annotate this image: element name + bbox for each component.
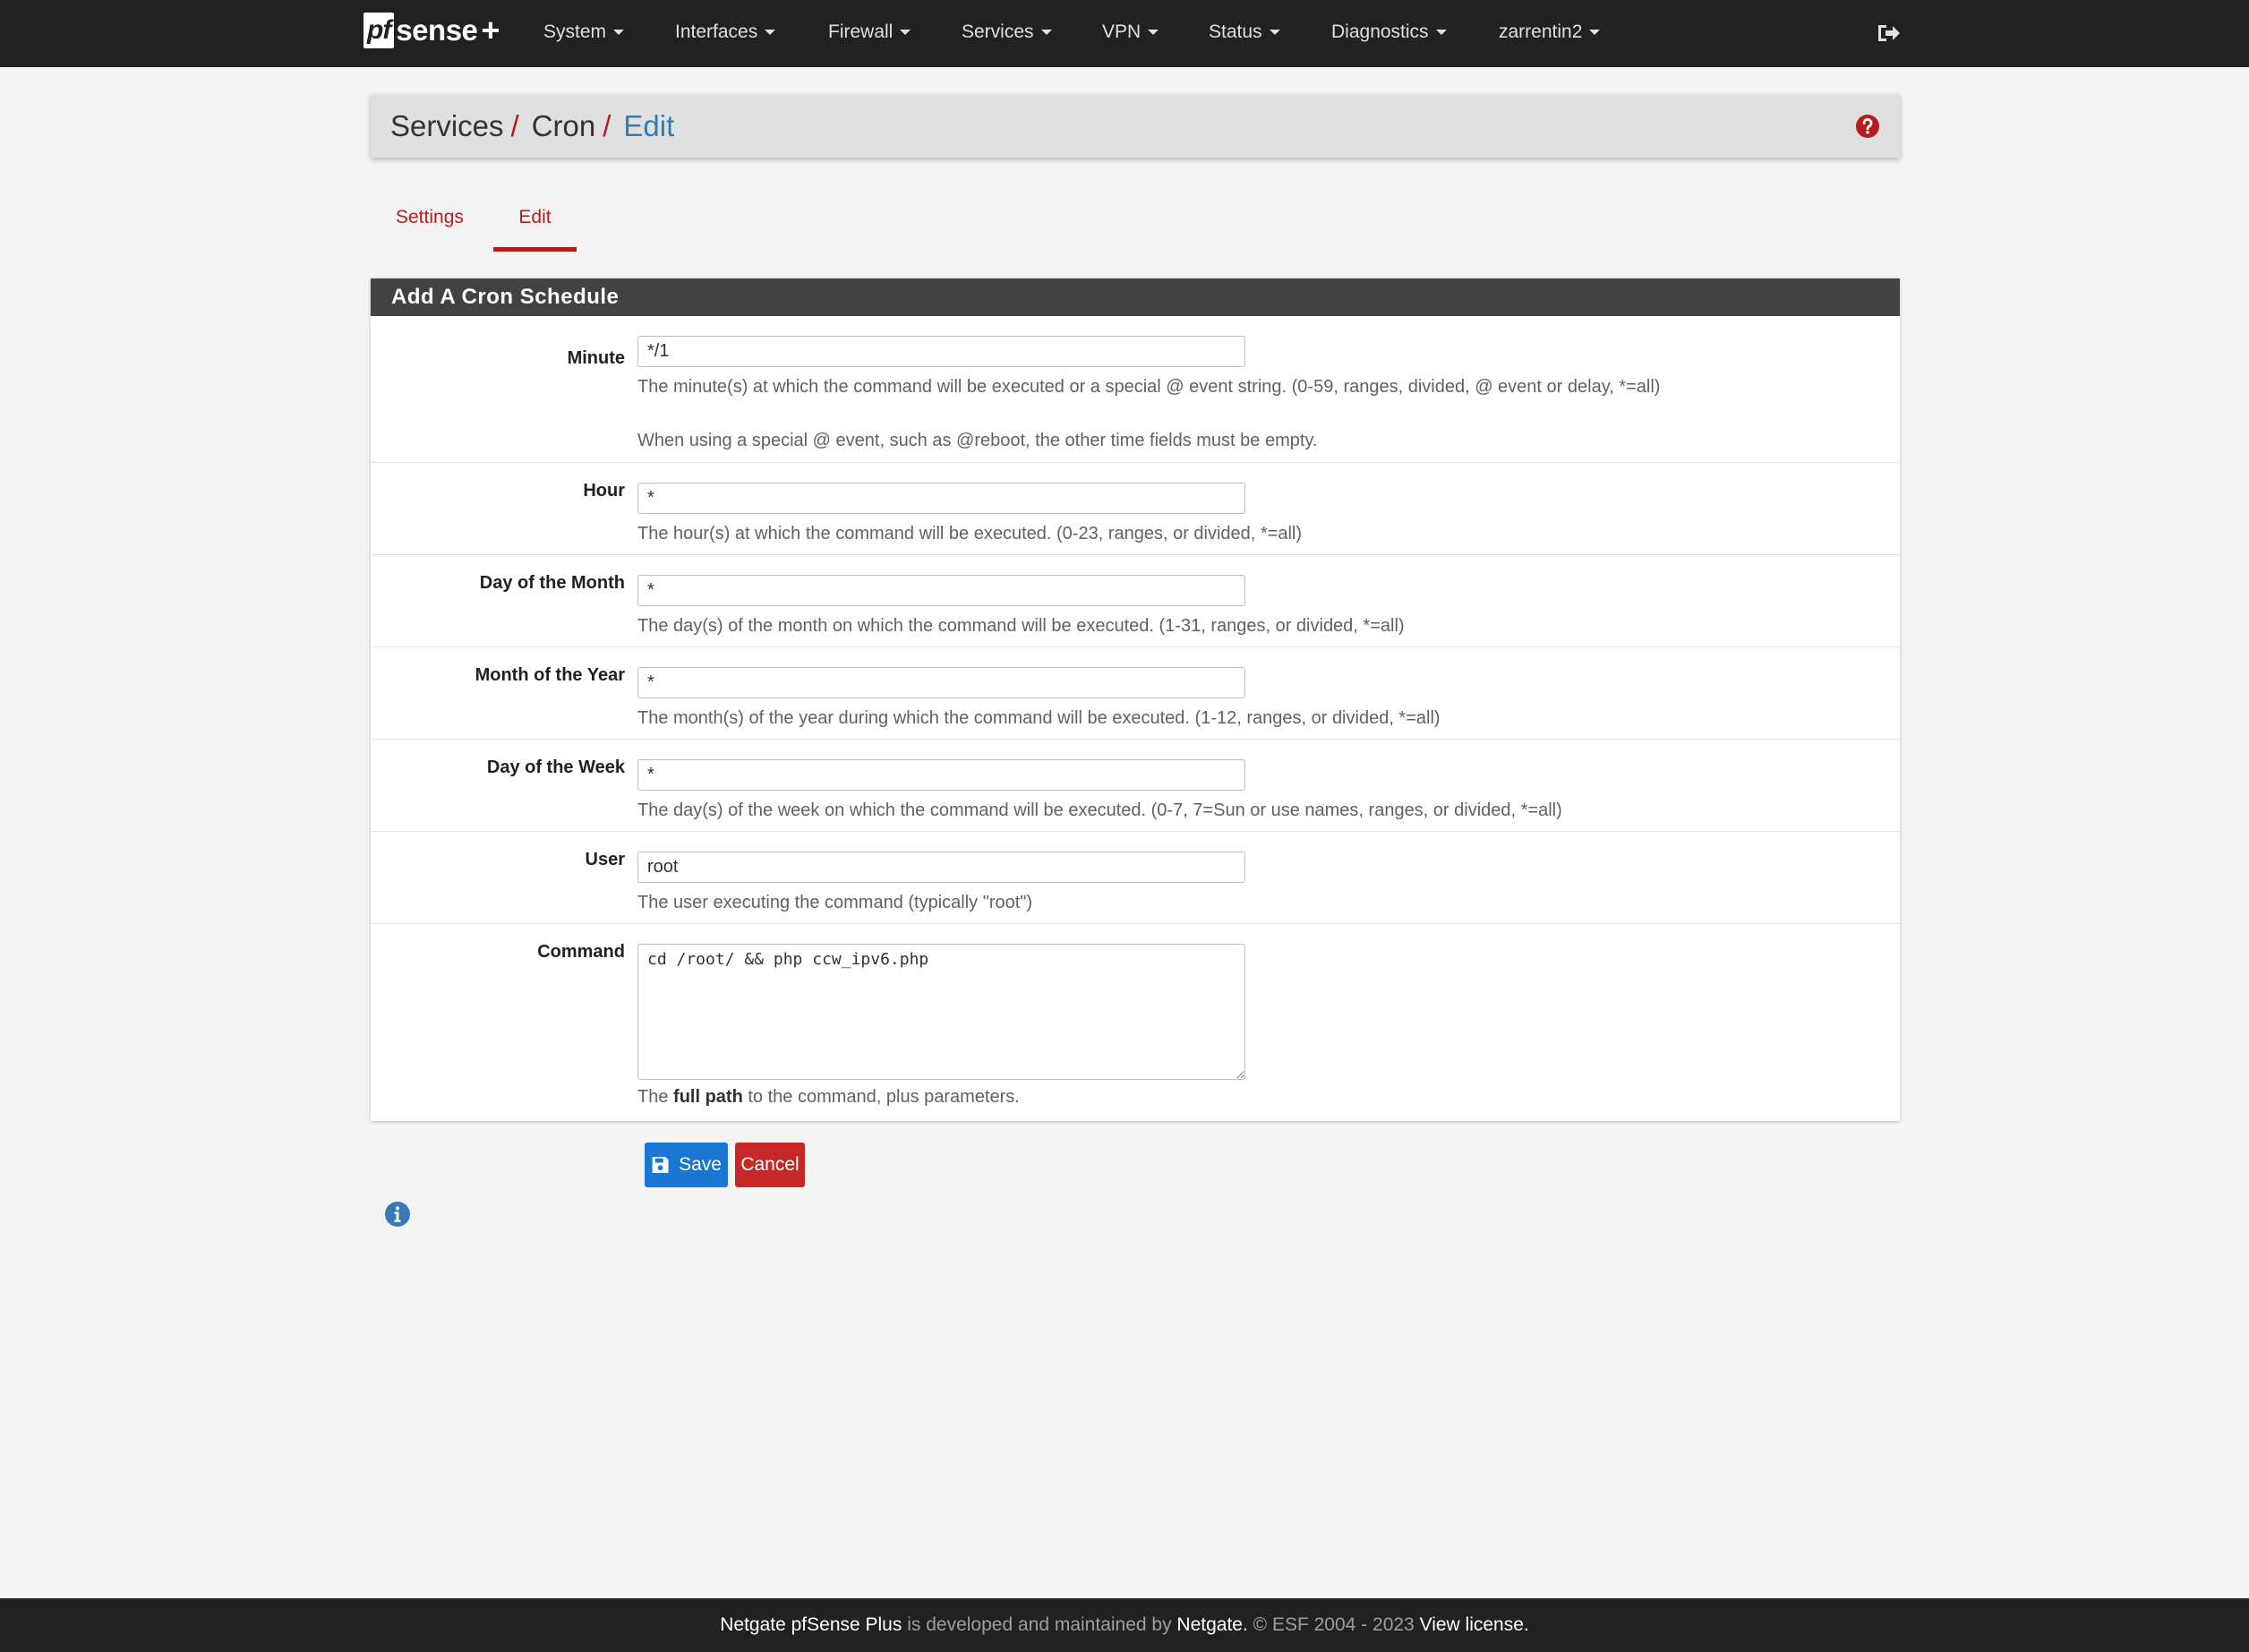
hour-label: Hour [583,481,625,501]
top-navbar: pf sense + System Interfaces Firewall Se… [0,0,2249,67]
day-of-week-input[interactable] [637,759,1245,791]
breadcrumb-edit[interactable]: Edit [623,109,674,142]
user-help: The user executing the command (typicall… [637,893,1033,912]
form-row-month: Month of the Year The month(s) of the ye… [371,646,1900,739]
user-label: User [585,850,625,869]
minute-help-event: When using a special @ event, such as @r… [637,431,1318,450]
footer-company-link[interactable]: Netgate. [1176,1614,1247,1635]
tab-edit[interactable]: Edit [493,191,577,252]
breadcrumb-separator: / [510,109,519,142]
command-help: The full path to the command, plus param… [637,1087,1020,1108]
breadcrumb-separator: / [603,109,611,142]
caret-down-icon [1269,30,1280,36]
nav-label: Services [962,21,1034,42]
tab-settings[interactable]: Settings [396,191,464,252]
logo-plus: + [481,12,500,48]
minute-help: The minute(s) at which the command will … [637,377,1661,397]
month-help: The month(s) of the year during which th… [637,708,1441,728]
caret-down-icon [613,30,625,36]
footer-copyright: © ESF 2004 - 2023 [1247,1614,1420,1635]
nav-label: System [543,21,607,42]
nav-status[interactable]: Status [1209,0,1280,67]
day-of-week-label: Day of the Week [486,758,625,777]
form-row-user: User The user executing the command (typ… [371,831,1900,923]
nav-label: Diagnostics [1331,21,1429,42]
save-icon [652,1157,669,1173]
panel-heading: Add A Cron Schedule [371,278,1900,316]
day-of-month-label: Day of the Month [479,573,625,593]
hour-help: The hour(s) at which the command will be… [637,524,1303,544]
command-help-bold: full path [673,1087,743,1107]
command-label: Command [537,942,625,962]
caret-down-icon [900,30,911,36]
nav-firewall[interactable]: Firewall [828,0,911,67]
day-of-week-help: The day(s) of the week on which the comm… [637,800,1562,820]
nav-system[interactable]: System [543,0,625,67]
day-of-month-input[interactable] [637,575,1245,606]
logo-pf: pf [363,13,395,48]
month-label: Month of the Year [475,665,625,685]
minute-input[interactable] [637,336,1245,367]
nav-services[interactable]: Services [962,0,1052,67]
footer-product: Netgate pfSense Plus [720,1614,902,1635]
minute-label: Minute [567,348,625,368]
cancel-button[interactable]: Cancel [735,1143,805,1187]
caret-down-icon [1148,30,1159,36]
pfsense-logo[interactable]: pf sense + [363,12,500,49]
command-help-suffix: to the command, plus parameters. [742,1087,1020,1107]
caret-down-icon [1040,30,1052,36]
form-row-day-of-month: Day of the Month The day(s) of the month… [371,554,1900,646]
nav-vpn[interactable]: VPN [1102,0,1159,67]
form-row-minute: Minute The minute(s) at which the comman… [371,316,1900,462]
nav-user-menu[interactable]: zarrentin2 [1499,0,1601,67]
nav-label: Interfaces [675,21,758,42]
breadcrumb-cron[interactable]: Cron [532,109,596,142]
form-row-command: Command cd /root/ && php ccw_ipv6.php Th… [371,923,1900,1121]
sign-out-icon[interactable] [1875,20,1902,47]
save-label: Save [679,1154,722,1175]
nav-label: VPN [1102,21,1142,42]
footer-middle-text: is developed and maintained by [902,1614,1177,1635]
nav-interfaces[interactable]: Interfaces [675,0,776,67]
user-input[interactable] [637,852,1245,883]
logo-sense: sense [396,13,478,47]
form-row-hour: Hour The hour(s) at which the command wi… [371,462,1900,554]
breadcrumb-panel: Services / Cron / Edit [371,95,1900,158]
nav-diagnostics[interactable]: Diagnostics [1331,0,1447,67]
command-help-prefix: The [637,1087,674,1107]
cron-form-panel: Add A Cron Schedule Minute The minute(s)… [371,278,1900,1121]
save-button[interactable]: Save [645,1143,728,1187]
month-input[interactable] [637,667,1245,698]
command-textarea[interactable]: cd /root/ && php ccw_ipv6.php [637,944,1245,1080]
breadcrumb: Services / Cron / Edit [390,95,674,158]
caret-down-icon [1589,30,1601,36]
caret-down-icon [1435,30,1447,36]
question-circle-icon[interactable] [1855,114,1880,139]
footer: Netgate pfSense Plus is developed and ma… [0,1598,2249,1652]
footer-license-link[interactable]: View license. [1420,1614,1529,1635]
nav-label: zarrentin2 [1499,21,1583,42]
day-of-month-help: The day(s) of the month on which the com… [637,616,1405,636]
nav-label: Status [1209,21,1262,42]
nav-label: Firewall [828,21,894,42]
info-circle-icon[interactable] [384,1201,411,1228]
hour-input[interactable] [637,483,1245,514]
form-row-day-of-week: Day of the Week The day(s) of the week o… [371,739,1900,831]
breadcrumb-services[interactable]: Services [390,109,504,142]
caret-down-icon [765,30,776,36]
